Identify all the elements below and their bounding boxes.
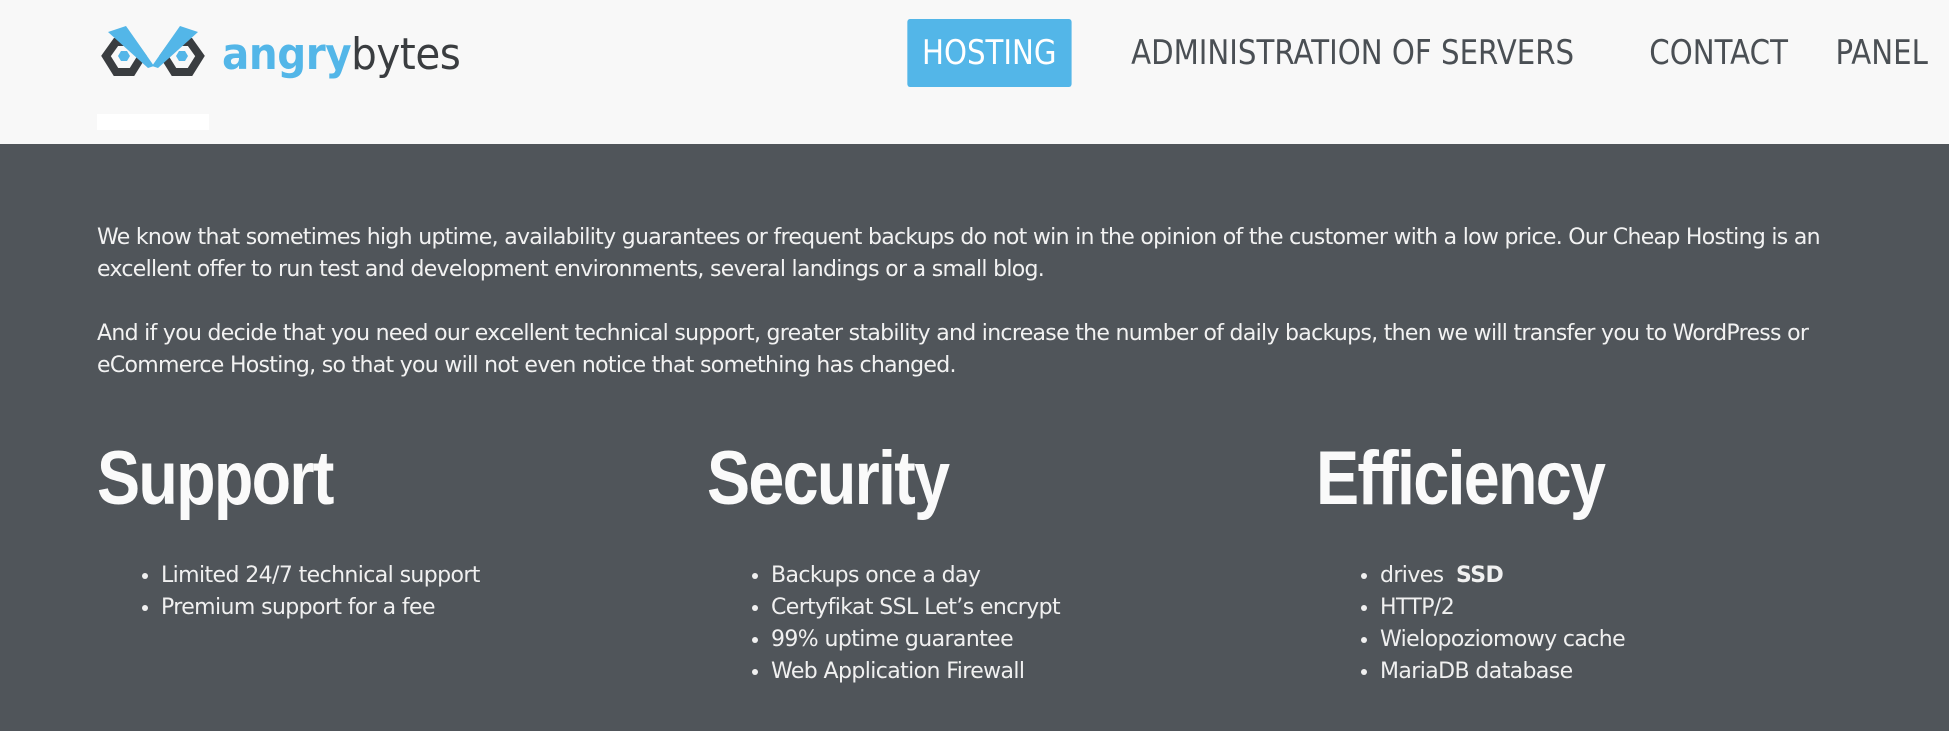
intro-paragraph-1: We know that sometimes high uptime, avai… xyxy=(97,225,1821,282)
feature-column-security: Security Backups once a day Certyfikat S… xyxy=(707,434,1307,688)
feature-list: Limited 24/7 technical support Premium s… xyxy=(97,560,697,624)
feature-list-item: Limited 24/7 technical support xyxy=(161,560,697,592)
feature-list-item: Certyfikat SSL Let’s encrypt xyxy=(771,592,1307,624)
site-header: angrybytes HOSTING ADMINISTRATION OF SER… xyxy=(0,0,1949,144)
feature-list-item: HTTP/2 xyxy=(1380,592,1916,624)
intro-section: We know that sometimes high uptime, avai… xyxy=(97,222,1887,382)
feature-title: Support xyxy=(97,436,334,521)
feature-item-bold: SSD xyxy=(1455,563,1504,588)
feature-list-item: 99% uptime guarantee xyxy=(771,624,1307,656)
nav-panel[interactable]: PANEL xyxy=(1820,19,1942,87)
nav-contact[interactable]: CONTACT xyxy=(1635,19,1803,87)
feature-list-item: Web Application Firewall xyxy=(771,656,1307,688)
logo-underline-bar xyxy=(97,114,209,130)
feature-list: drives SSD HTTP/2 Wielopoziomowy cache M… xyxy=(1316,560,1916,688)
feature-list-item: MariaDB database xyxy=(1380,656,1916,688)
logo-text: angrybytes xyxy=(222,28,461,80)
feature-title: Security xyxy=(707,436,950,521)
feature-column-support: Support Limited 24/7 technical support P… xyxy=(97,434,697,624)
feature-list-item: Wielopoziomowy cache xyxy=(1380,624,1916,656)
nav-administration-of-servers[interactable]: ADMINISTRATION OF SERVERS xyxy=(1117,19,1589,87)
main-content: We know that sometimes high uptime, avai… xyxy=(97,144,1887,684)
intro-paragraph-2: And if you decide that you need our exce… xyxy=(97,321,1809,378)
feature-title: Efficiency xyxy=(1316,436,1606,521)
feature-list-item: Premium support for a fee xyxy=(161,592,697,624)
feature-list-item: drives SSD xyxy=(1380,560,1916,592)
angry-owl-eyes-logo-icon xyxy=(101,26,205,76)
main-nav: HOSTING ADMINISTRATION OF SERVERS CONTAC… xyxy=(897,18,1949,88)
feature-column-efficiency: Efficiency drives SSD HTTP/2 Wielopoziom… xyxy=(1316,434,1916,688)
feature-list-item: Backups once a day xyxy=(771,560,1307,592)
feature-list: Backups once a day Certyfikat SSL Let’s … xyxy=(707,560,1307,688)
logo-link[interactable]: angrybytes xyxy=(96,24,481,84)
feature-item-text: drives xyxy=(1380,563,1444,588)
nav-hosting[interactable]: HOSTING xyxy=(906,19,1071,87)
